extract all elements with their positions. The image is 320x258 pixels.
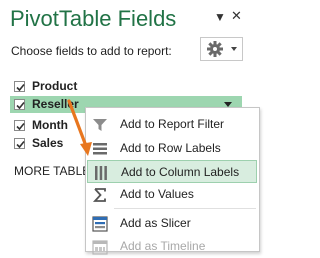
field-sales-checkbox[interactable] — [14, 138, 25, 149]
close-icon[interactable]: ✕ — [231, 9, 242, 23]
field-sales-label: Sales — [32, 136, 64, 150]
field-month-checkbox[interactable] — [14, 120, 25, 131]
menu-add-as-slicer[interactable]: Add as Slicer — [87, 212, 257, 235]
field-product-label: Product — [32, 79, 78, 93]
menu-add-to-row-labels[interactable]: Add to Row Labels — [87, 137, 257, 160]
gear-dropdown-icon — [231, 47, 237, 51]
menu-separator — [114, 208, 256, 209]
pointer-arrow-icon — [67, 99, 92, 156]
chevron-down-icon[interactable]: ▼ — [214, 10, 226, 24]
field-reseller-checkbox[interactable] — [14, 99, 25, 110]
slicer-icon — [92, 216, 108, 232]
sigma-icon — [92, 188, 106, 202]
field-month-label: Month — [32, 118, 68, 132]
context-menu: Add to Report Filter Add to Row Labels A… — [85, 107, 260, 255]
gear-icon — [207, 41, 237, 57]
field-product[interactable]: Product — [14, 78, 254, 95]
menu-add-to-report-filter[interactable]: Add to Report Filter — [87, 113, 257, 136]
menu-add-as-timeline[interactable]: Add as Timeline — [87, 235, 257, 258]
timeline-icon — [92, 240, 108, 255]
panel-title: PivotTable Fields — [10, 6, 177, 31]
tools-button[interactable] — [200, 37, 243, 61]
field-list-instruction: Choose fields to add to report: — [11, 44, 172, 58]
menu-add-to-column-labels[interactable]: Add to Column Labels — [87, 160, 257, 183]
more-tables-link[interactable]: MORE TABLE — [14, 164, 90, 178]
columns-icon — [95, 166, 107, 180]
menu-add-to-values[interactable]: Add to Values — [87, 183, 257, 206]
field-product-checkbox[interactable] — [14, 81, 25, 92]
